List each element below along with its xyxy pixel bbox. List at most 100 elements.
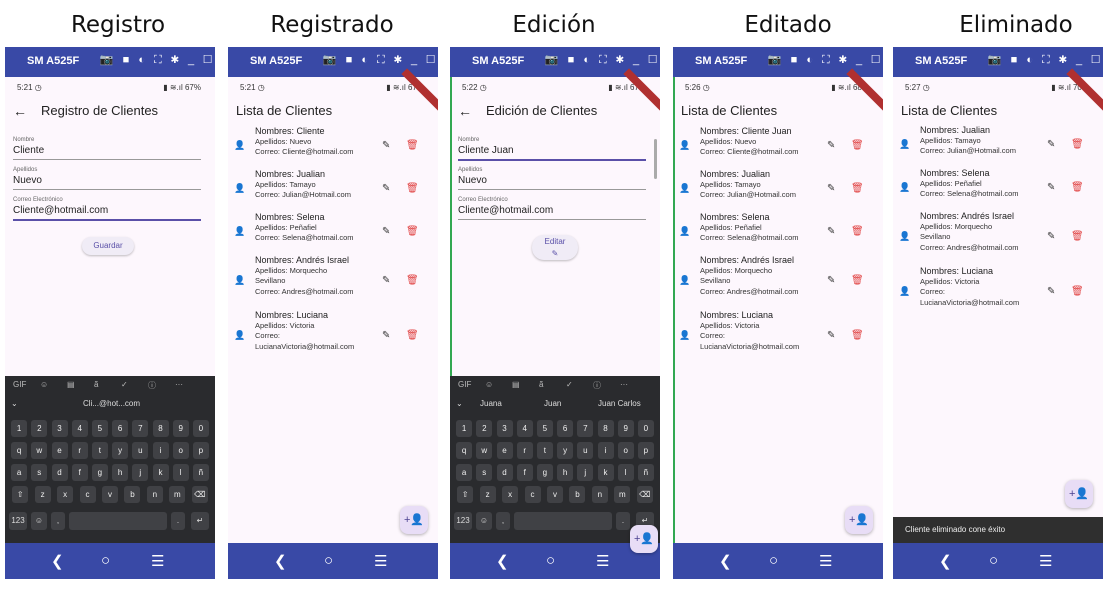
keyboard-key[interactable]: h: [557, 464, 574, 481]
keyboard-key[interactable]: ⇧: [457, 486, 474, 503]
keyboard-key[interactable]: h: [112, 464, 129, 481]
keyboard-key[interactable]: 2: [476, 420, 493, 437]
keyboard-key[interactable]: g: [91, 464, 108, 481]
keyboard-key[interactable]: .: [616, 512, 630, 530]
nav-recents-icon[interactable]: ☰: [374, 552, 387, 570]
delete-icon[interactable]: 🗑: [1071, 182, 1084, 193]
delete-icon[interactable]: 🗑: [406, 330, 419, 341]
keyboard-key[interactable]: 3: [51, 420, 68, 437]
keyboard-key[interactable]: a: [11, 464, 28, 481]
device-tools-icon[interactable]: 📷 ■ ◐ ⛶ ✱ _ ☐: [323, 53, 438, 67]
keyboard-key[interactable]: a: [456, 464, 473, 481]
keyboard-key[interactable]: c: [79, 486, 96, 503]
keyboard-tool-icon[interactable]: ✓: [121, 380, 128, 389]
keyboard-key[interactable]: ,: [496, 512, 510, 530]
edit-icon[interactable]: ✎: [1047, 231, 1055, 242]
keyboard-key[interactable]: y: [112, 442, 129, 459]
form-field-0[interactable]: Nombre Cliente: [13, 137, 201, 160]
delete-icon[interactable]: 🗑: [1071, 286, 1084, 297]
suggestion-item[interactable]: Cli...@hot...com: [83, 399, 140, 408]
edit-icon[interactable]: ✎: [1047, 139, 1055, 150]
keyboard-tool-icon[interactable]: ▤: [67, 380, 75, 389]
delete-icon[interactable]: 🗑: [1071, 231, 1084, 242]
suggestion-item[interactable]: Juan: [544, 399, 561, 408]
form-field-1[interactable]: Apellidos Nuevo: [458, 167, 646, 190]
device-tools-icon[interactable]: 📷 ■ ◐ ⛶ ✱ _ ☐: [100, 53, 215, 67]
device-tools-icon[interactable]: 📷 ■ ◐ ⛶ ✱ _ ☐: [768, 53, 883, 67]
keyboard-key[interactable]: u: [577, 442, 594, 459]
save-button[interactable]: Guardar: [82, 237, 134, 255]
keyboard-key[interactable]: b: [124, 486, 141, 503]
delete-icon[interactable]: 🗑: [1071, 139, 1084, 150]
keyboard-key[interactable]: i: [597, 442, 614, 459]
nav-recents-icon[interactable]: ☰: [819, 552, 832, 570]
keyboard-key[interactable]: 4: [516, 420, 533, 437]
nav-home-icon[interactable]: ○: [324, 552, 333, 569]
keyboard-key[interactable]: m: [614, 486, 631, 503]
keyboard-key[interactable]: 0: [637, 420, 654, 437]
keyboard-key[interactable]: e: [51, 442, 68, 459]
form-field-0[interactable]: Nombre Cliente Juan: [458, 137, 646, 161]
edit-icon[interactable]: ✎: [827, 183, 835, 194]
keyboard-key[interactable]: ⌫: [636, 486, 653, 503]
keyboard-key[interactable]: r: [516, 442, 533, 459]
delete-icon[interactable]: 🗑: [851, 226, 864, 237]
keyboard-key[interactable]: n: [591, 486, 608, 503]
form-field-1[interactable]: Apellidos Nuevo: [13, 167, 201, 190]
add-client-fab[interactable]: +👤: [630, 525, 658, 553]
delete-icon[interactable]: 🗑: [406, 183, 419, 194]
keyboard-tool-icon[interactable]: ã: [539, 380, 543, 389]
keyboard-key[interactable]: f: [516, 464, 533, 481]
keyboard-key[interactable]: v: [547, 486, 563, 503]
keyboard-key[interactable]: v: [102, 486, 118, 503]
keyboard-key[interactable]: 8: [152, 420, 169, 437]
keyboard-key[interactable]: ñ: [637, 464, 654, 481]
keyboard-tool-icon[interactable]: ã: [94, 380, 98, 389]
keyboard-key[interactable]: 0: [192, 420, 209, 437]
keyboard-key[interactable]: ñ: [192, 464, 209, 481]
keyboard-tool-icon[interactable]: ···: [175, 380, 183, 389]
edit-icon[interactable]: ✎: [382, 275, 390, 286]
keyboard-key[interactable]: ↵: [191, 512, 209, 530]
keyboard-key[interactable]: 9: [617, 420, 634, 437]
delete-icon[interactable]: 🗑: [851, 330, 864, 341]
delete-icon[interactable]: 🗑: [851, 183, 864, 194]
keyboard-key[interactable]: f: [71, 464, 88, 481]
nav-home-icon[interactable]: ○: [101, 552, 110, 569]
keyboard-key[interactable]: 123: [454, 512, 472, 530]
keyboard-key[interactable]: 4: [71, 420, 88, 437]
keyboard-key[interactable]: m: [169, 486, 186, 503]
keyboard-key[interactable]: t: [91, 442, 108, 459]
suggestion-item[interactable]: ⌄: [11, 399, 18, 408]
keyboard-tool-icon[interactable]: GIF: [458, 380, 471, 389]
space-bar[interactable]: [514, 512, 612, 530]
nav-back-icon[interactable]: ❮: [496, 552, 509, 570]
field-value[interactable]: Nuevo: [13, 175, 201, 189]
form-field-2[interactable]: Correo Electrónico Cliente@hotmail.com: [13, 197, 201, 221]
delete-icon[interactable]: 🗑: [851, 140, 864, 151]
keyboard-key[interactable]: .: [171, 512, 185, 530]
add-client-fab[interactable]: +👤: [400, 506, 428, 534]
keyboard-key[interactable]: o: [172, 442, 189, 459]
nav-recents-icon[interactable]: ☰: [1039, 552, 1052, 570]
keyboard-key[interactable]: w: [476, 442, 493, 459]
keyboard-key[interactable]: e: [496, 442, 513, 459]
keyboard-key[interactable]: y: [557, 442, 574, 459]
nav-back-icon[interactable]: ❮: [939, 552, 952, 570]
nav-home-icon[interactable]: ○: [769, 552, 778, 569]
suggestion-item[interactable]: Juana: [480, 399, 502, 408]
keyboard-key[interactable]: 2: [31, 420, 48, 437]
keyboard-key[interactable]: o: [617, 442, 634, 459]
keyboard-tool-icon[interactable]: ✓: [566, 380, 573, 389]
keyboard-key[interactable]: ☺: [31, 512, 47, 530]
keyboard-key[interactable]: t: [536, 442, 553, 459]
keyboard-key[interactable]: 123: [9, 512, 27, 530]
keyboard-tool-icon[interactable]: ▤: [512, 380, 520, 389]
keyboard-key[interactable]: n: [146, 486, 163, 503]
back-arrow-icon[interactable]: ←: [458, 103, 472, 119]
keyboard-key[interactable]: k: [152, 464, 169, 481]
back-arrow-icon[interactable]: ←: [13, 103, 27, 119]
add-client-fab[interactable]: +👤: [845, 506, 873, 534]
keyboard-tool-icon[interactable]: GIF: [13, 380, 26, 389]
add-client-fab[interactable]: +👤: [1065, 480, 1093, 508]
